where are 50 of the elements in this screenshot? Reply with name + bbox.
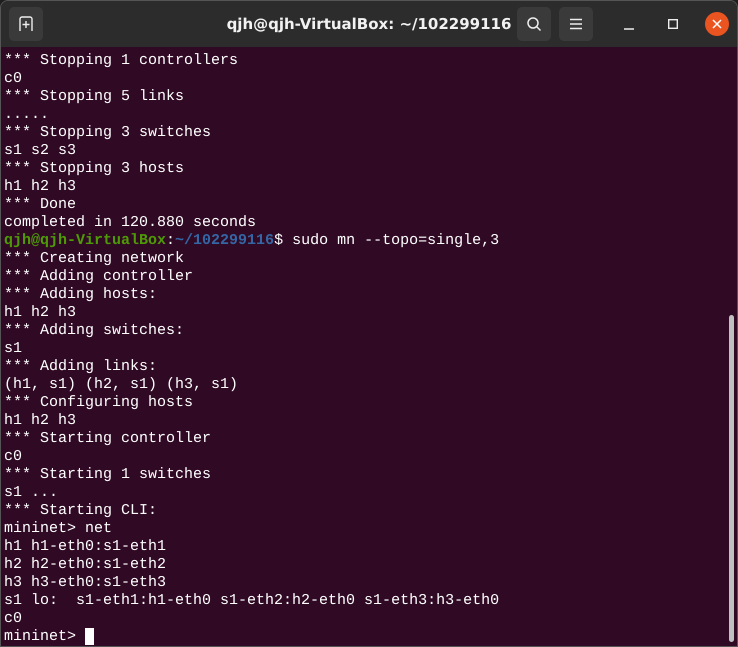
output-line: s1 lo: s1-eth1:h1-eth0 s1-eth2:h2-eth0 s1-eth3:h3-eth0 — [4, 592, 500, 610]
menu-button[interactable] — [559, 7, 593, 41]
output-line: s1 s2 s3 — [4, 142, 76, 160]
output-line: *** Starting 1 switches — [4, 466, 212, 484]
prompt-sigil: $ — [274, 232, 284, 250]
output-line: ..... — [4, 106, 50, 124]
minimize-icon — [624, 28, 634, 30]
menu-icon — [569, 18, 583, 30]
prompt-separator: : — [166, 232, 176, 250]
output-line: *** Stopping 1 controllers — [4, 52, 238, 70]
output-line: h3 h3-eth0:s1-eth3 — [4, 574, 166, 592]
close-button[interactable] — [705, 12, 729, 36]
output-line: completed in 120.880 seconds — [4, 214, 256, 232]
output-line: *** Starting CLI: — [4, 502, 158, 520]
output-line: s1 — [4, 340, 22, 358]
output-line: h1 h2 h3 — [4, 412, 76, 430]
output-line: h1 h2 h3 — [4, 178, 76, 196]
output-line: *** Creating network — [4, 250, 184, 268]
text-cursor — [85, 628, 94, 645]
prompt-path: ~/102299116 — [175, 232, 274, 250]
search-button[interactable] — [517, 7, 551, 41]
output-line: *** Stopping 3 switches — [4, 124, 212, 142]
prompt-user: qjh@qjh-VirtualBox — [4, 232, 166, 250]
output-line: *** Adding controller — [4, 268, 194, 286]
new-tab-button[interactable] — [9, 7, 43, 41]
output-line: c0 — [4, 448, 22, 466]
search-icon — [526, 16, 542, 32]
output-line: c0 — [4, 70, 22, 88]
output-line: c0 — [4, 610, 22, 628]
output-line: *** Starting controller — [4, 430, 212, 448]
new-tab-icon — [18, 16, 34, 32]
output-line: h1 h1-eth0:s1-eth1 — [4, 538, 166, 556]
output-line: *** Adding links: — [4, 358, 158, 376]
output-line: *** Adding switches: — [4, 322, 184, 340]
output-line: (h1, s1) (h2, s1) (h3, s1) — [4, 376, 238, 394]
output-line: *** Done — [4, 196, 76, 214]
cli-prompt: mininet> — [4, 628, 76, 646]
output-line: mininet> net — [4, 520, 112, 538]
output-line: *** Configuring hosts — [4, 394, 194, 412]
output-line: s1 ... — [4, 484, 58, 502]
output-line: h1 h2 h3 — [4, 304, 76, 322]
output-line: *** Adding hosts: — [4, 286, 158, 304]
output-line: *** Stopping 5 links — [4, 88, 184, 106]
close-icon — [712, 19, 722, 29]
window-title: qjh@qjh-VirtualBox: ~/102299116 — [226, 14, 512, 33]
maximize-icon — [668, 19, 678, 29]
output-line: h2 h2-eth0:s1-eth2 — [4, 556, 166, 574]
output-line: *** Stopping 3 hosts — [4, 160, 184, 178]
command-text: sudo mn --topo=single,3 — [291, 232, 500, 250]
scrollbar[interactable] — [729, 315, 734, 642]
